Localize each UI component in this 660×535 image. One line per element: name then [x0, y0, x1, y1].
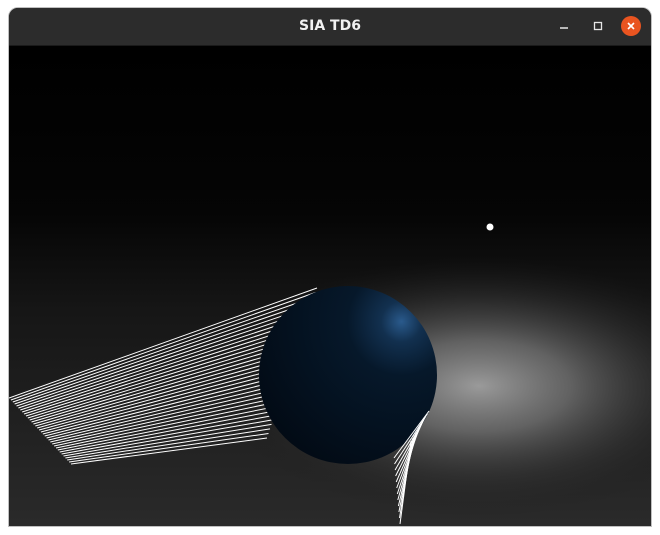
title-bar[interactable]: SIA TD6 — [9, 8, 651, 46]
sphere — [259, 286, 437, 464]
app-window: SIA TD6 — [9, 8, 651, 526]
maximize-icon — [593, 21, 603, 31]
minimize-icon — [560, 27, 568, 29]
render-viewport[interactable] — [9, 46, 651, 526]
minimize-button[interactable] — [554, 16, 574, 36]
light-source — [486, 223, 494, 231]
maximize-button[interactable] — [588, 16, 608, 36]
close-button[interactable] — [621, 16, 641, 36]
close-icon — [627, 22, 635, 30]
scene-canvas — [9, 46, 651, 526]
